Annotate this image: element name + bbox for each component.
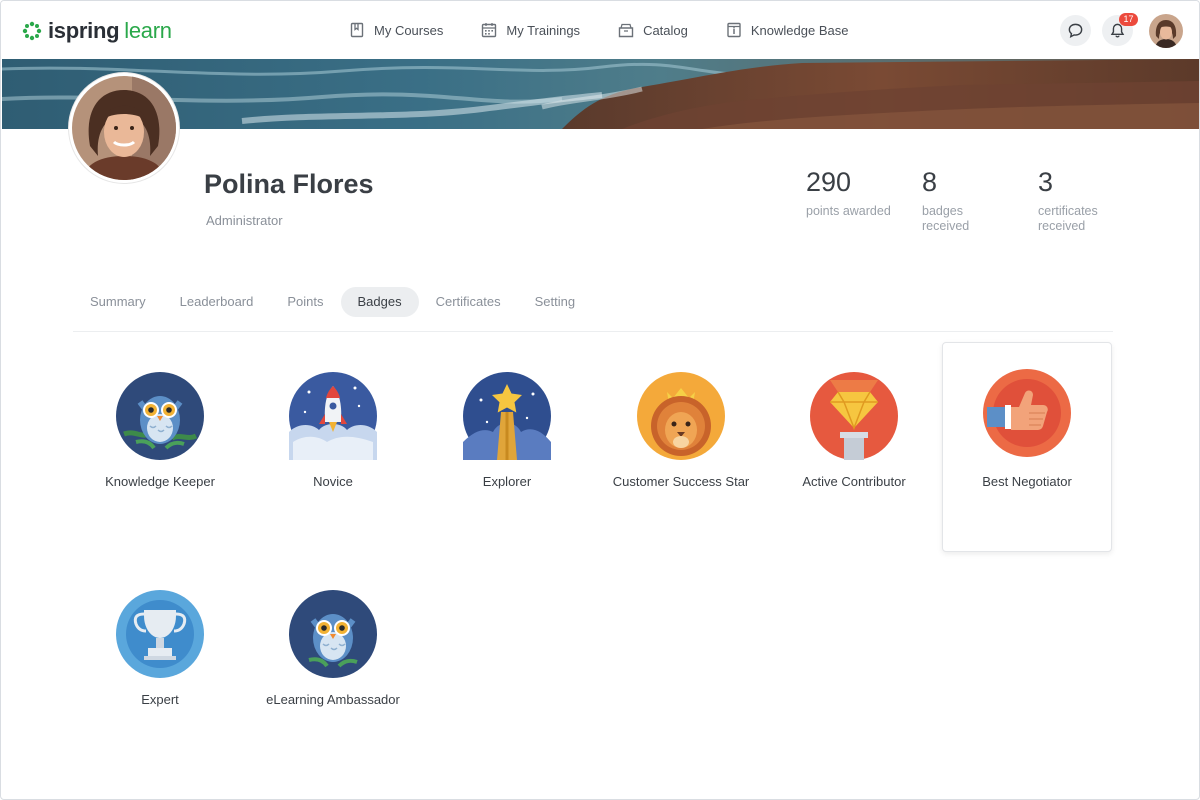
lion-icon (637, 372, 725, 460)
catalog-box-icon (618, 23, 634, 38)
chat-bubble-icon (1068, 23, 1083, 38)
badge-expert-label: Expert (141, 692, 179, 707)
badge-best-negotiator[interactable]: Best Negotiator (942, 342, 1112, 552)
profile-tabs: Summary Leaderboard Points Badges Certif… (73, 287, 592, 317)
profile-photo-image (72, 76, 176, 180)
messages-button[interactable] (1060, 15, 1091, 46)
nav-catalog-label: Catalog (643, 22, 688, 38)
badge-customer-success-star-label: Customer Success Star (612, 474, 750, 489)
stat-certificates-label: certificates received (1038, 204, 1098, 233)
rocket-icon (289, 372, 377, 460)
badge-knowledge-keeper-label: Knowledge Keeper (105, 474, 215, 489)
top-bar: ispring learn My Courses My Trainings Ca… (1, 1, 1199, 59)
trophy-icon (116, 590, 204, 678)
sea-rocks-cover-image (2, 59, 1199, 129)
stat-badges-value: 8 (922, 167, 938, 197)
stat-points-label: points awarded (806, 204, 891, 218)
badge-explorer-label: Explorer (482, 474, 532, 489)
nav-my-trainings[interactable]: My Trainings (481, 19, 580, 41)
app-window: ispring learn My Courses My Trainings Ca… (0, 0, 1200, 800)
stat-certificates: 3 certificates received (1038, 167, 1128, 234)
nav-my-trainings-label: My Trainings (506, 22, 581, 38)
stat-points-value: 290 (806, 167, 852, 197)
nav-knowledge-base[interactable]: Knowledge Base (726, 19, 849, 41)
nav-catalog[interactable]: Catalog (618, 19, 688, 41)
notification-count-badge: 17 (1119, 13, 1138, 26)
badge-customer-success-star[interactable]: Customer Success Star (596, 372, 766, 489)
book-icon (350, 22, 364, 38)
owl-icon (116, 372, 204, 460)
profile-cover-banner (2, 59, 1199, 129)
tab-summary[interactable]: Summary (73, 287, 163, 317)
badge-best-negotiator-label: Best Negotiator (982, 474, 1072, 489)
thumbs-up-icon (983, 369, 1071, 457)
ispring-learn-logo[interactable]: ispring learn (22, 18, 172, 43)
tab-certificates[interactable]: Certificates (419, 287, 518, 317)
user-avatar-icon (1149, 14, 1183, 48)
tab-leaderboard[interactable]: Leaderboard (163, 287, 271, 317)
profile-role: Administrator (206, 213, 283, 228)
nav-knowledge-base-label: Knowledge Base (750, 22, 849, 38)
stat-badges-label: badges received (922, 204, 970, 233)
owl-icon (289, 590, 377, 678)
diamond-icon (810, 372, 898, 460)
tab-badges[interactable]: Badges (340, 287, 419, 317)
badge-expert[interactable]: Expert (75, 590, 245, 707)
star-icon (463, 372, 551, 460)
badge-explorer[interactable]: Explorer (422, 372, 592, 489)
profile-avatar (69, 73, 179, 183)
stat-badges: 8 badges received (922, 167, 1012, 234)
main-nav: My Courses My Trainings Catalog Knowledg… (349, 19, 886, 41)
tab-setting[interactable]: Setting (518, 287, 592, 317)
notifications-button[interactable]: 17 (1102, 13, 1138, 46)
info-book-icon (727, 22, 741, 38)
logo-flower-icon (22, 21, 42, 41)
tab-points[interactable]: Points (270, 287, 340, 317)
badge-elearning-ambassador-label: eLearning Ambassador (266, 692, 400, 707)
user-avatar-menu[interactable] (1149, 14, 1183, 48)
badge-active-contributor[interactable]: Active Contributor (769, 372, 939, 489)
stat-certificates-value: 3 (1038, 167, 1054, 197)
badge-novice[interactable]: Novice (248, 372, 418, 489)
logo-text-ispring: ispring (48, 18, 120, 43)
nav-my-courses[interactable]: My Courses (349, 19, 443, 41)
stat-points: 290 points awarded (806, 167, 896, 219)
badge-knowledge-keeper[interactable]: Knowledge Keeper (75, 372, 245, 489)
nav-my-courses-label: My Courses (374, 22, 444, 38)
logo-text-learn: learn (124, 18, 172, 43)
badge-active-contributor-label: Active Contributor (802, 474, 906, 489)
profile-name: Polina Flores (204, 169, 374, 199)
tabs-divider (73, 331, 1113, 332)
badge-novice-label: Novice (313, 474, 353, 489)
badge-elearning-ambassador[interactable]: eLearning Ambassador (248, 590, 418, 707)
calendar-icon (482, 23, 497, 38)
